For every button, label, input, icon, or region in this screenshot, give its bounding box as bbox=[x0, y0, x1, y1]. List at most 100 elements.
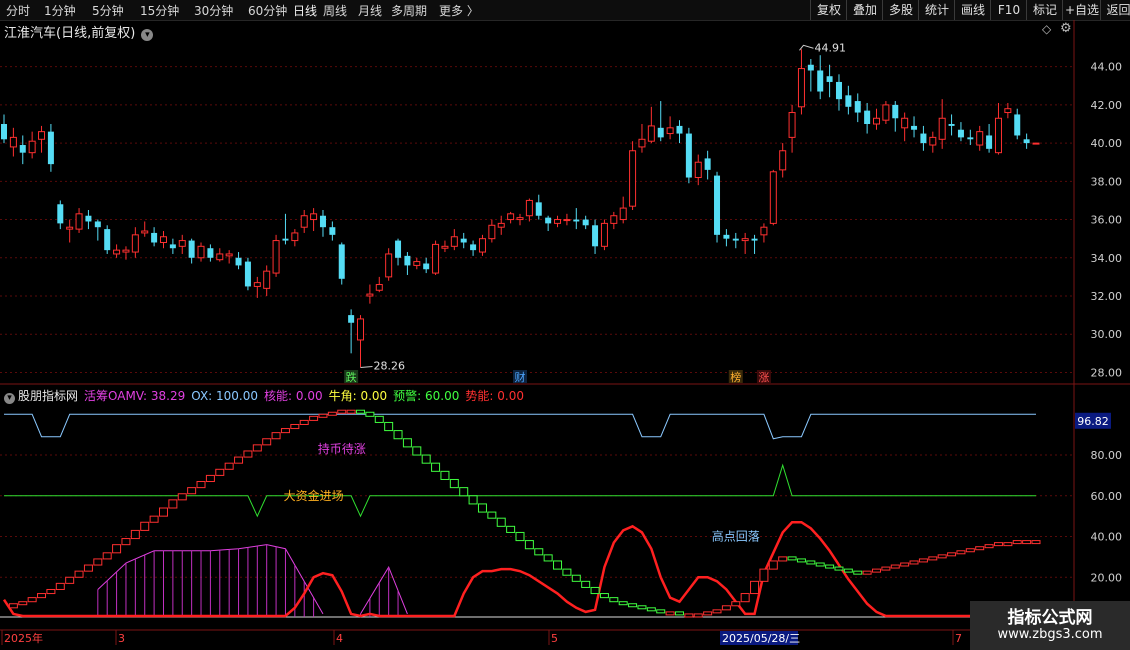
price-tick-label: 42.00 bbox=[1091, 99, 1123, 112]
candle-body bbox=[225, 253, 233, 257]
candle-body bbox=[554, 219, 562, 224]
oamv-step bbox=[975, 546, 985, 551]
candle-body bbox=[357, 318, 365, 341]
candle-body bbox=[967, 137, 974, 140]
candle-body bbox=[873, 117, 881, 125]
chevron-down-icon[interactable]: ▾ bbox=[141, 29, 154, 41]
candle-body bbox=[385, 253, 393, 278]
price-tick-label: 30.00 bbox=[1091, 328, 1123, 341]
candle-body bbox=[647, 125, 655, 142]
oamv-step bbox=[900, 562, 910, 567]
price-tick-label: 38.00 bbox=[1091, 175, 1123, 188]
candle-body bbox=[497, 222, 505, 228]
annotation-high-fall: 高点回落 bbox=[712, 529, 760, 544]
oamv-step bbox=[1031, 540, 1041, 545]
candle-body bbox=[19, 145, 26, 153]
price-tick-label: 32.00 bbox=[1091, 290, 1123, 303]
indicator-legend: ▾ 股朋指标网 活筹OAMV: 38.29 OX: 100.00 核能: 0.00 牛角:… bbox=[4, 387, 530, 404]
candle-body bbox=[694, 161, 702, 179]
candle-body bbox=[1023, 139, 1030, 144]
candle-body bbox=[104, 229, 111, 251]
oamv-step bbox=[449, 478, 459, 489]
candle-body bbox=[122, 249, 130, 253]
candle-body bbox=[1014, 114, 1021, 136]
candle-body bbox=[423, 263, 430, 270]
candle-body bbox=[319, 215, 326, 228]
date-label-4: 2025/05/28/三 bbox=[722, 632, 800, 645]
oamv-step bbox=[571, 574, 581, 582]
candle-body bbox=[948, 124, 955, 126]
candle-body bbox=[638, 138, 646, 148]
candle-body bbox=[957, 129, 964, 138]
oamv-step bbox=[83, 564, 93, 572]
candle-body bbox=[994, 117, 1002, 154]
candle-body bbox=[619, 207, 627, 221]
oamv-step bbox=[280, 428, 290, 434]
candle-body bbox=[986, 135, 993, 149]
indicator-name: 股朋指标网 bbox=[18, 389, 79, 403]
candle-body bbox=[864, 110, 871, 124]
ind-tick-label: 20.00 bbox=[1091, 571, 1123, 584]
oamv-step bbox=[693, 613, 703, 618]
oamv-step bbox=[506, 525, 516, 533]
oamv-step bbox=[431, 462, 441, 472]
oamv-step bbox=[787, 556, 797, 561]
oamv-step bbox=[8, 603, 18, 609]
price-tick-label: 34.00 bbox=[1091, 252, 1123, 265]
indicator-item-2: 核能: 0.00 bbox=[264, 389, 323, 403]
oamv-step bbox=[477, 503, 487, 513]
ox-line bbox=[4, 413, 1036, 440]
price-tick-label: 36.00 bbox=[1091, 214, 1123, 227]
candle-body bbox=[329, 227, 336, 235]
candle-body bbox=[85, 215, 92, 222]
candle-body bbox=[488, 224, 496, 240]
oamv-step bbox=[599, 593, 609, 599]
oamv-step bbox=[721, 605, 731, 611]
candle-body bbox=[610, 215, 618, 224]
candle-body bbox=[629, 150, 637, 207]
candle-body bbox=[310, 213, 318, 221]
oamv-step bbox=[881, 566, 891, 571]
candle-body bbox=[845, 95, 852, 107]
oamv-step bbox=[872, 568, 882, 573]
candle-body bbox=[207, 248, 214, 258]
candle-body bbox=[470, 244, 477, 251]
candle-body bbox=[938, 117, 946, 140]
candle-body bbox=[348, 315, 355, 323]
candle-body bbox=[704, 158, 711, 170]
candle-body bbox=[929, 136, 937, 146]
stock-title: 江淮汽车(日线,前复权) bbox=[4, 26, 136, 41]
candle-body bbox=[723, 234, 730, 239]
oamv-step bbox=[862, 570, 872, 575]
candle-body bbox=[1032, 142, 1040, 145]
gear-icon[interactable]: ⚙ bbox=[1060, 21, 1072, 36]
candle-body bbox=[751, 238, 758, 241]
oamv-step bbox=[65, 576, 75, 584]
oamv-step bbox=[412, 446, 422, 456]
date-label-5: 7 bbox=[955, 632, 962, 645]
candle-body bbox=[573, 219, 580, 222]
oamv-step bbox=[224, 462, 234, 470]
candle-body bbox=[882, 104, 890, 121]
oamv-step bbox=[196, 481, 206, 489]
event-badge-1: 财 bbox=[515, 370, 526, 384]
candle-body bbox=[188, 240, 195, 258]
oamv-step bbox=[834, 566, 844, 571]
oamv-step bbox=[562, 568, 572, 576]
oamv-step bbox=[609, 597, 619, 603]
candle-body bbox=[450, 236, 458, 247]
indicator-collapse-icon[interactable]: ▾ bbox=[4, 393, 15, 404]
candle-body bbox=[714, 175, 721, 235]
candle-body bbox=[291, 232, 299, 242]
candle-body bbox=[676, 125, 683, 134]
oamv-step bbox=[740, 593, 750, 603]
indicator-item-0: 活筹OAMV: 38.29 bbox=[84, 389, 186, 403]
oamv-step bbox=[768, 560, 778, 570]
candle-body bbox=[666, 127, 674, 135]
oamv-step bbox=[421, 454, 431, 464]
oamv-step bbox=[346, 409, 356, 414]
candle-body bbox=[807, 64, 814, 71]
watermark: 指标公式网 www.zbgs3.com bbox=[970, 601, 1130, 650]
candle-body bbox=[338, 244, 345, 279]
settings-diamond-icon[interactable]: ◇ bbox=[1042, 22, 1051, 36]
